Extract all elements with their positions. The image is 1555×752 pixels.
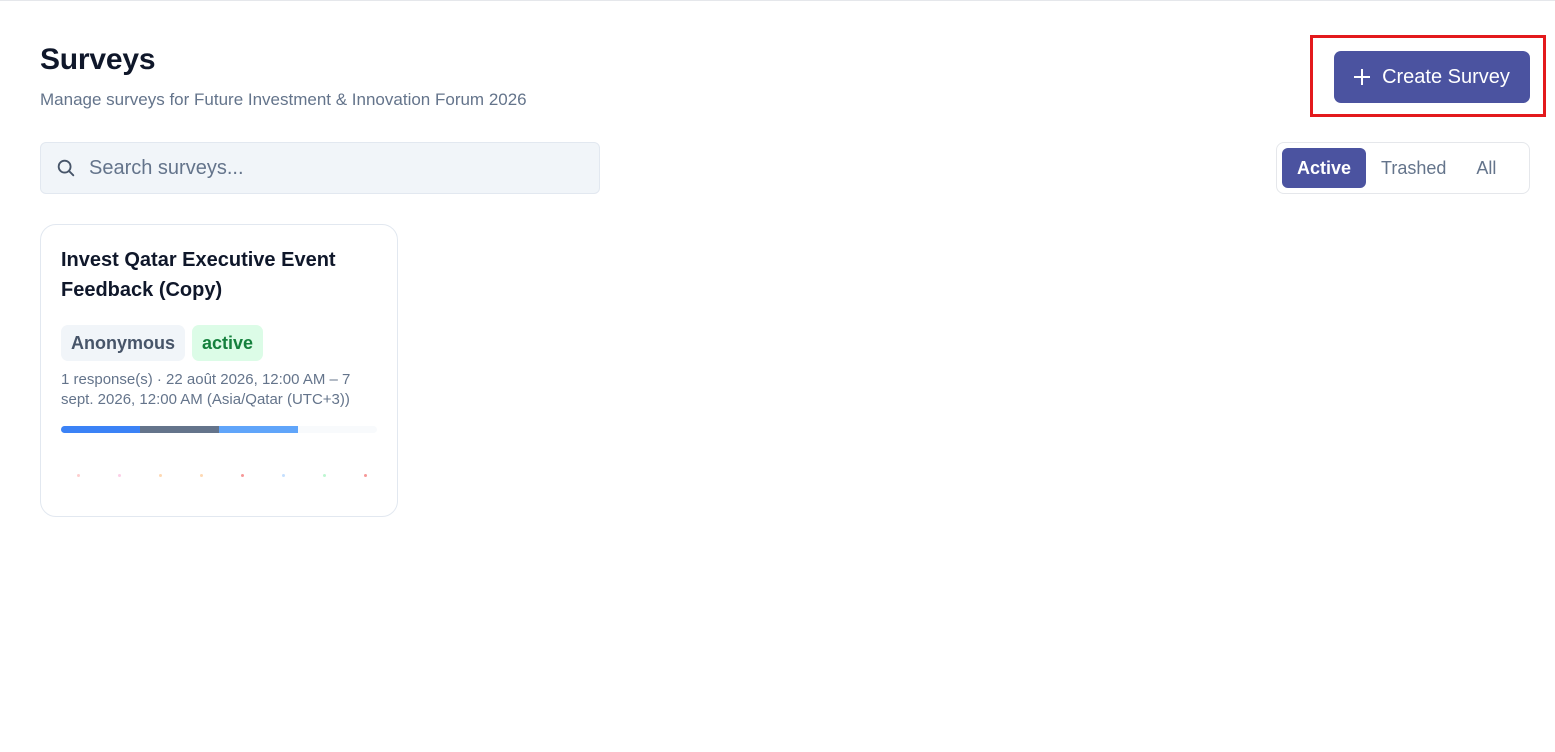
create-survey-label: Create Survey xyxy=(1382,65,1510,88)
tab-active[interactable]: Active xyxy=(1282,148,1367,188)
question-dot xyxy=(241,474,244,477)
status-badge: active xyxy=(192,325,264,361)
survey-meta: 1 response(s) · 22 août 2026, 12:00 AM –… xyxy=(61,371,351,408)
tab-all[interactable]: All xyxy=(1461,148,1511,188)
page-subtitle: Manage surveys for Future Investment & I… xyxy=(40,90,527,109)
surveys-page: Surveys Manage surveys for Future Invest… xyxy=(0,0,1555,752)
search-bar xyxy=(40,142,600,194)
progress-segment xyxy=(61,426,140,433)
question-dot xyxy=(77,474,80,477)
survey-title: Invest Qatar Executive Event Feedback (C… xyxy=(61,249,336,301)
search-input[interactable] xyxy=(87,155,571,181)
top-divider xyxy=(0,0,1555,1)
progress-segment xyxy=(219,426,298,433)
plus-icon xyxy=(1354,69,1371,85)
question-dot xyxy=(159,474,162,477)
question-dot xyxy=(200,474,203,477)
tab-trashed[interactable]: Trashed xyxy=(1366,148,1461,188)
create-survey-button[interactable]: Create Survey xyxy=(1334,51,1530,103)
search-icon xyxy=(57,159,75,177)
page-title: Surveys xyxy=(40,43,156,76)
progress-segment xyxy=(140,426,219,433)
question-dots xyxy=(77,474,367,477)
response-progress-bar xyxy=(61,426,377,433)
question-dot xyxy=(323,474,326,477)
question-dot xyxy=(118,474,121,477)
status-filter-tabs: Active Trashed All xyxy=(1276,142,1530,194)
question-dot xyxy=(282,474,285,477)
anonymous-badge: Anonymous xyxy=(61,325,186,361)
question-dot xyxy=(364,474,367,477)
survey-card[interactable]: Invest Qatar Executive Event Feedback (C… xyxy=(40,224,398,517)
